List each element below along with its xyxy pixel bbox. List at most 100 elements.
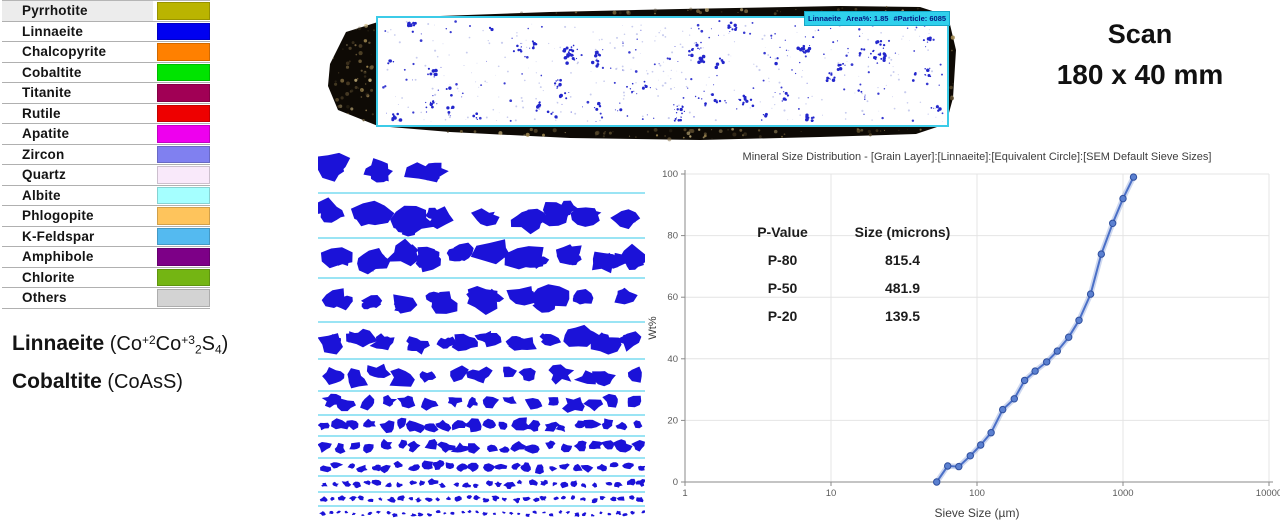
mineral-color-swatch bbox=[157, 145, 210, 163]
data-point bbox=[1075, 316, 1083, 325]
mineral-name-label: Titanite bbox=[22, 85, 72, 101]
p-value-cell: P-20 bbox=[767, 308, 798, 324]
p-table-header-row: P-Value Size (microns) bbox=[735, 218, 975, 246]
x-axis-label: Sieve Size (µm) bbox=[934, 506, 1020, 520]
grain-row bbox=[317, 438, 645, 454]
size-cell: 815.4 bbox=[884, 252, 921, 268]
legend-row-pyrrhotite: Pyrrhotite bbox=[2, 1, 210, 22]
data-point bbox=[1065, 333, 1073, 341]
legend-row-albite: Albite bbox=[2, 185, 210, 206]
mineral-color-swatch bbox=[157, 186, 210, 204]
mineral-legend: Pyrrhotite Linnaeite Chalcopyrite Cobaltite… bbox=[2, 0, 210, 309]
grain-row bbox=[319, 495, 644, 504]
legend-row-others: Others bbox=[2, 288, 210, 309]
mineral-color-swatch bbox=[157, 166, 210, 184]
data-point bbox=[987, 429, 995, 437]
mineral-color-swatch bbox=[157, 43, 210, 61]
data-point bbox=[977, 441, 985, 449]
grain-size-image bbox=[310, 152, 649, 518]
p-table-row: P-20 139.5 bbox=[735, 302, 975, 330]
scan-overlay-label: Linnaeite Area%: 1.85 #Particle: 6085 bbox=[804, 11, 951, 26]
data-point bbox=[955, 462, 963, 471]
x-tick-label: 1000 bbox=[1112, 488, 1133, 499]
data-point bbox=[999, 405, 1007, 414]
mineral-name-label: Others bbox=[22, 290, 67, 306]
mineral-analysis-report: Pyrrhotite Linnaeite Chalcopyrite Cobaltite… bbox=[0, 0, 1280, 528]
formula-mineral-name: Linnaeite bbox=[12, 332, 105, 355]
y-tick-label: 80 bbox=[667, 231, 678, 242]
mineral-name-label: Amphibole bbox=[22, 249, 94, 265]
x-tick-label: 10000 bbox=[1256, 488, 1280, 499]
mineral-name-label: Zircon bbox=[22, 146, 65, 162]
p-table-row: P-50 481.9 bbox=[735, 274, 975, 302]
grain-size-panel bbox=[310, 148, 649, 522]
grain-row bbox=[321, 284, 638, 315]
data-point bbox=[1129, 173, 1138, 181]
legend-row-cobaltite: Cobaltite bbox=[2, 62, 210, 83]
mineral-name-label: Quartz bbox=[22, 167, 66, 183]
data-point bbox=[944, 462, 952, 470]
x-tick-label: 1 bbox=[682, 488, 687, 499]
overlay-area: Area%: 1.85 bbox=[845, 14, 889, 23]
data-point bbox=[933, 478, 941, 486]
data-point bbox=[1010, 395, 1018, 403]
legend-row-k-feldspar: K-Feldspar bbox=[2, 226, 210, 247]
formula-segment: (CoAsS) bbox=[101, 371, 183, 394]
data-point bbox=[1043, 358, 1051, 366]
grain-row bbox=[320, 459, 646, 475]
size-cell: 481.9 bbox=[884, 280, 921, 296]
data-point bbox=[1086, 290, 1095, 298]
formula-segment: 2 bbox=[194, 342, 202, 357]
data-point bbox=[1031, 367, 1039, 375]
mineral-color-swatch bbox=[157, 227, 210, 245]
formula-linnaeite: Linnaeite (Co+2Co+32S4) bbox=[12, 332, 228, 356]
formula-segment: (Co bbox=[104, 333, 142, 355]
mineral-name-label: Phlogopite bbox=[22, 208, 94, 224]
y-tick-label: 20 bbox=[667, 415, 678, 426]
legend-row-titanite: Titanite bbox=[2, 83, 210, 104]
mineral-name-label: Apatite bbox=[22, 126, 70, 142]
mineral-color-swatch bbox=[157, 289, 210, 307]
mineral-name-label: K-Feldspar bbox=[22, 228, 95, 244]
mineral-name-label: Chlorite bbox=[22, 269, 75, 285]
formula-segment: 4 bbox=[214, 342, 222, 357]
mineral-name-label: Rutile bbox=[22, 105, 61, 121]
y-axis-label: Wt% bbox=[647, 316, 659, 340]
mineral-color-swatch bbox=[157, 268, 210, 286]
p-table-row: P-80 815.4 bbox=[735, 246, 975, 274]
overlay-particles: #Particle: 6085 bbox=[893, 14, 947, 23]
mineral-formulas: Linnaeite (Co+2Co+32S4) Cobaltite (CoAsS) bbox=[12, 332, 228, 408]
y-tick-label: 60 bbox=[667, 292, 678, 303]
data-point bbox=[1097, 250, 1105, 258]
mineral-color-swatch bbox=[157, 248, 210, 266]
data-point bbox=[1119, 194, 1127, 203]
grain-row bbox=[317, 324, 642, 355]
legend-row-rutile: Rutile bbox=[2, 103, 210, 124]
p-value-table: P-Value Size (microns) P-80 815.4 P-50 481.9 P… bbox=[735, 218, 975, 330]
grain-row bbox=[317, 417, 643, 434]
formula-segment: ) bbox=[221, 333, 229, 355]
grain-row bbox=[322, 363, 642, 389]
data-point bbox=[1109, 219, 1117, 227]
data-point bbox=[1053, 347, 1061, 355]
formula-segment: S bbox=[201, 333, 215, 355]
legend-row-phlogopite: Phlogopite bbox=[2, 206, 210, 227]
grain-row bbox=[319, 509, 646, 518]
mineral-color-swatch bbox=[157, 84, 210, 102]
p-value-header: P-Value bbox=[757, 224, 808, 240]
grain-row bbox=[321, 478, 646, 490]
mineral-color-swatch bbox=[157, 2, 210, 20]
legend-row-linnaeite: Linnaeite bbox=[2, 21, 210, 42]
legend-row-zircon: Zircon bbox=[2, 144, 210, 165]
mineral-color-swatch bbox=[157, 207, 210, 225]
size-distribution-chart: Mineral Size Distribution - [Grain Layer… bbox=[645, 148, 1280, 528]
size-header: Size (microns) bbox=[854, 224, 951, 240]
mineral-color-swatch bbox=[157, 104, 210, 122]
mineral-name-label: Albite bbox=[22, 187, 61, 203]
data-point bbox=[1020, 376, 1029, 385]
p-value-cell: P-80 bbox=[767, 252, 798, 268]
sample-scan: Linnaeite Area%: 1.85 #Particle: 6085 bbox=[320, 2, 960, 144]
legend-row-quartz: Quartz bbox=[2, 165, 210, 186]
mineral-name-label: Linnaeite bbox=[22, 23, 84, 39]
y-tick-label: 0 bbox=[673, 477, 678, 488]
